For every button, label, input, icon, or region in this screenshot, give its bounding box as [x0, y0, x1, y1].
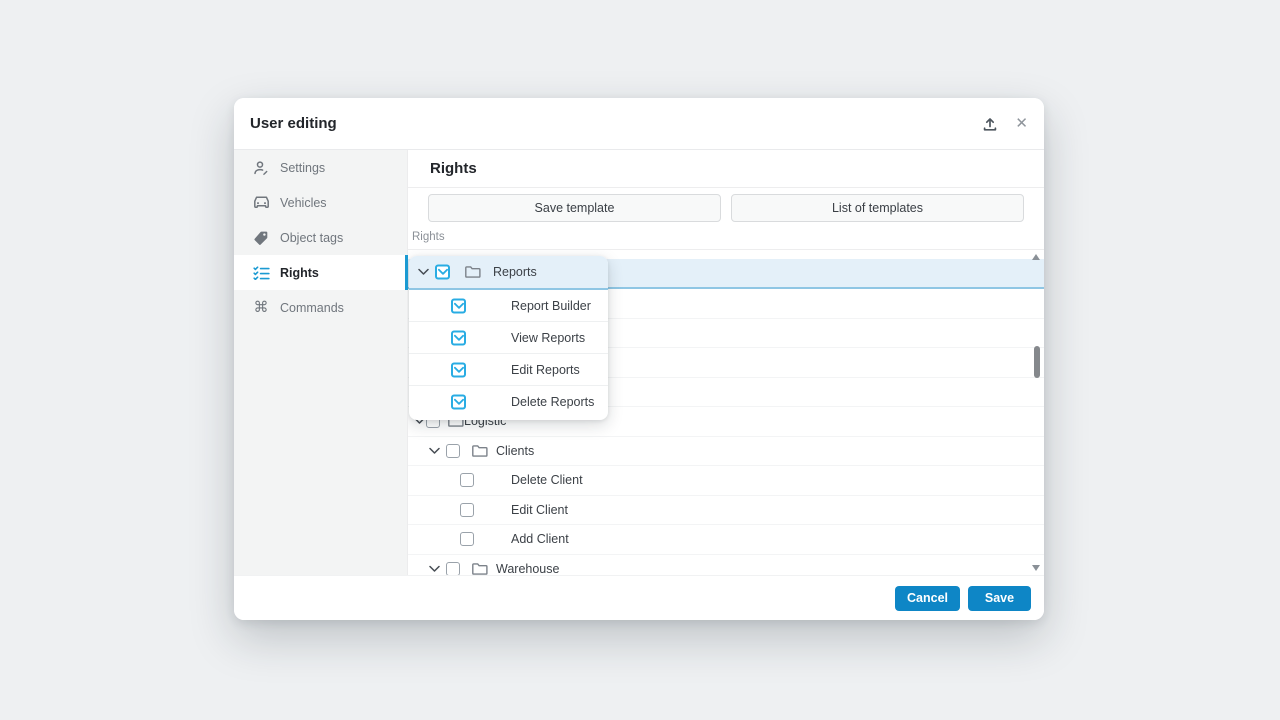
popup-row-label: Reports — [493, 265, 537, 279]
reports-dropdown-popup: Reports Report Builder View Reports Edit… — [409, 256, 608, 420]
modal-body: Settings Vehicles Object tags Rights — [234, 150, 1044, 575]
popup-row-view-reports[interactable]: View Reports — [409, 322, 608, 354]
sidebar-item-object-tags[interactable]: Object tags — [234, 220, 407, 255]
tree-row-label: Delete Client — [511, 473, 583, 487]
checkbox-unchecked[interactable] — [460, 503, 474, 517]
sidebar-item-label: Commands — [280, 301, 344, 315]
tree-row-label: Add Client — [511, 532, 569, 546]
checkbox-checked[interactable] — [451, 298, 466, 313]
rights-section-label: Rights — [408, 228, 1044, 250]
cancel-button[interactable]: Cancel — [895, 586, 960, 611]
popup-row-delete-reports[interactable]: Delete Reports — [409, 386, 608, 418]
vertical-scrollbar[interactable] — [1032, 251, 1041, 574]
checkbox-checked[interactable] — [451, 362, 466, 377]
sidebar-item-label: Settings — [280, 161, 325, 175]
popup-row-reports[interactable]: Reports — [409, 256, 608, 290]
popup-row-edit-reports[interactable]: Edit Reports — [409, 354, 608, 386]
folder-icon — [465, 266, 481, 279]
command-icon: ⌘ — [252, 300, 270, 315]
sidebar: Settings Vehicles Object tags Rights — [234, 150, 408, 575]
sidebar-item-vehicles[interactable]: Vehicles — [234, 185, 407, 220]
scrollbar-thumb[interactable] — [1034, 346, 1040, 378]
scroll-up-arrow[interactable] — [1032, 254, 1040, 260]
tree-row-warehouse[interactable]: Warehouse — [408, 555, 1044, 576]
chevron-down-icon[interactable] — [418, 269, 429, 276]
upload-icon — [981, 116, 999, 132]
checkbox-unchecked[interactable] — [446, 562, 460, 575]
tree-row-add-client[interactable]: Add Client — [408, 525, 1044, 555]
person-edit-icon — [252, 160, 270, 176]
page-title: Rights — [408, 150, 1044, 188]
popup-row-label: Edit Reports — [511, 363, 580, 377]
popup-row-label: View Reports — [511, 331, 585, 345]
chevron-down-icon[interactable] — [429, 447, 440, 454]
tree-row-delete-client[interactable]: Delete Client — [408, 466, 1044, 496]
upload-button[interactable] — [981, 116, 999, 132]
checkbox-unchecked[interactable] — [446, 444, 460, 458]
modal-title: User editing — [250, 115, 981, 132]
popup-row-report-builder[interactable]: Report Builder — [409, 290, 608, 322]
save-template-button[interactable]: Save template — [428, 194, 721, 222]
sidebar-item-rights[interactable]: Rights — [234, 255, 407, 290]
rights-panel: Rights Save template List of templates R… — [408, 150, 1044, 575]
checklist-icon — [252, 266, 270, 280]
tree-row-label: Edit Client — [511, 503, 568, 517]
chevron-down-icon[interactable] — [429, 565, 440, 572]
tree-row-label: Warehouse — [496, 562, 559, 575]
folder-icon — [472, 444, 488, 457]
user-editing-modal: User editing ✕ Settings Vehicles — [234, 98, 1044, 620]
list-of-templates-button[interactable]: List of templates — [731, 194, 1024, 222]
popup-row-label: Delete Reports — [511, 395, 594, 409]
tree-row-clients[interactable]: Clients — [408, 437, 1044, 467]
modal-header: User editing ✕ — [234, 98, 1044, 150]
car-icon — [252, 195, 270, 210]
checkbox-unchecked[interactable] — [460, 532, 474, 546]
scroll-down-arrow[interactable] — [1032, 565, 1040, 571]
rights-tree: Reports Report Builder View Reports Edit… — [408, 250, 1044, 575]
close-icon: ✕ — [1015, 116, 1028, 131]
sidebar-item-label: Rights — [280, 266, 319, 280]
sidebar-item-label: Vehicles — [280, 196, 327, 210]
sidebar-item-label: Object tags — [280, 231, 343, 245]
checkbox-checked[interactable] — [451, 395, 466, 410]
tree-row-edit-client[interactable]: Edit Client — [408, 496, 1044, 526]
checkbox-checked[interactable] — [451, 330, 466, 345]
modal-footer: Cancel Save — [234, 575, 1044, 620]
checkbox-checked[interactable] — [435, 265, 450, 280]
template-buttons-row: Save template List of templates — [408, 188, 1044, 228]
folder-icon — [472, 562, 488, 575]
sidebar-item-settings[interactable]: Settings — [234, 150, 407, 185]
tree-row-label: Clients — [496, 444, 534, 458]
save-button[interactable]: Save — [968, 586, 1031, 611]
checkbox-unchecked[interactable] — [460, 473, 474, 487]
popup-row-label: Report Builder — [511, 299, 591, 313]
tag-icon — [252, 230, 270, 246]
sidebar-item-commands[interactable]: ⌘ Commands — [234, 290, 407, 325]
close-button[interactable]: ✕ — [1015, 116, 1028, 131]
